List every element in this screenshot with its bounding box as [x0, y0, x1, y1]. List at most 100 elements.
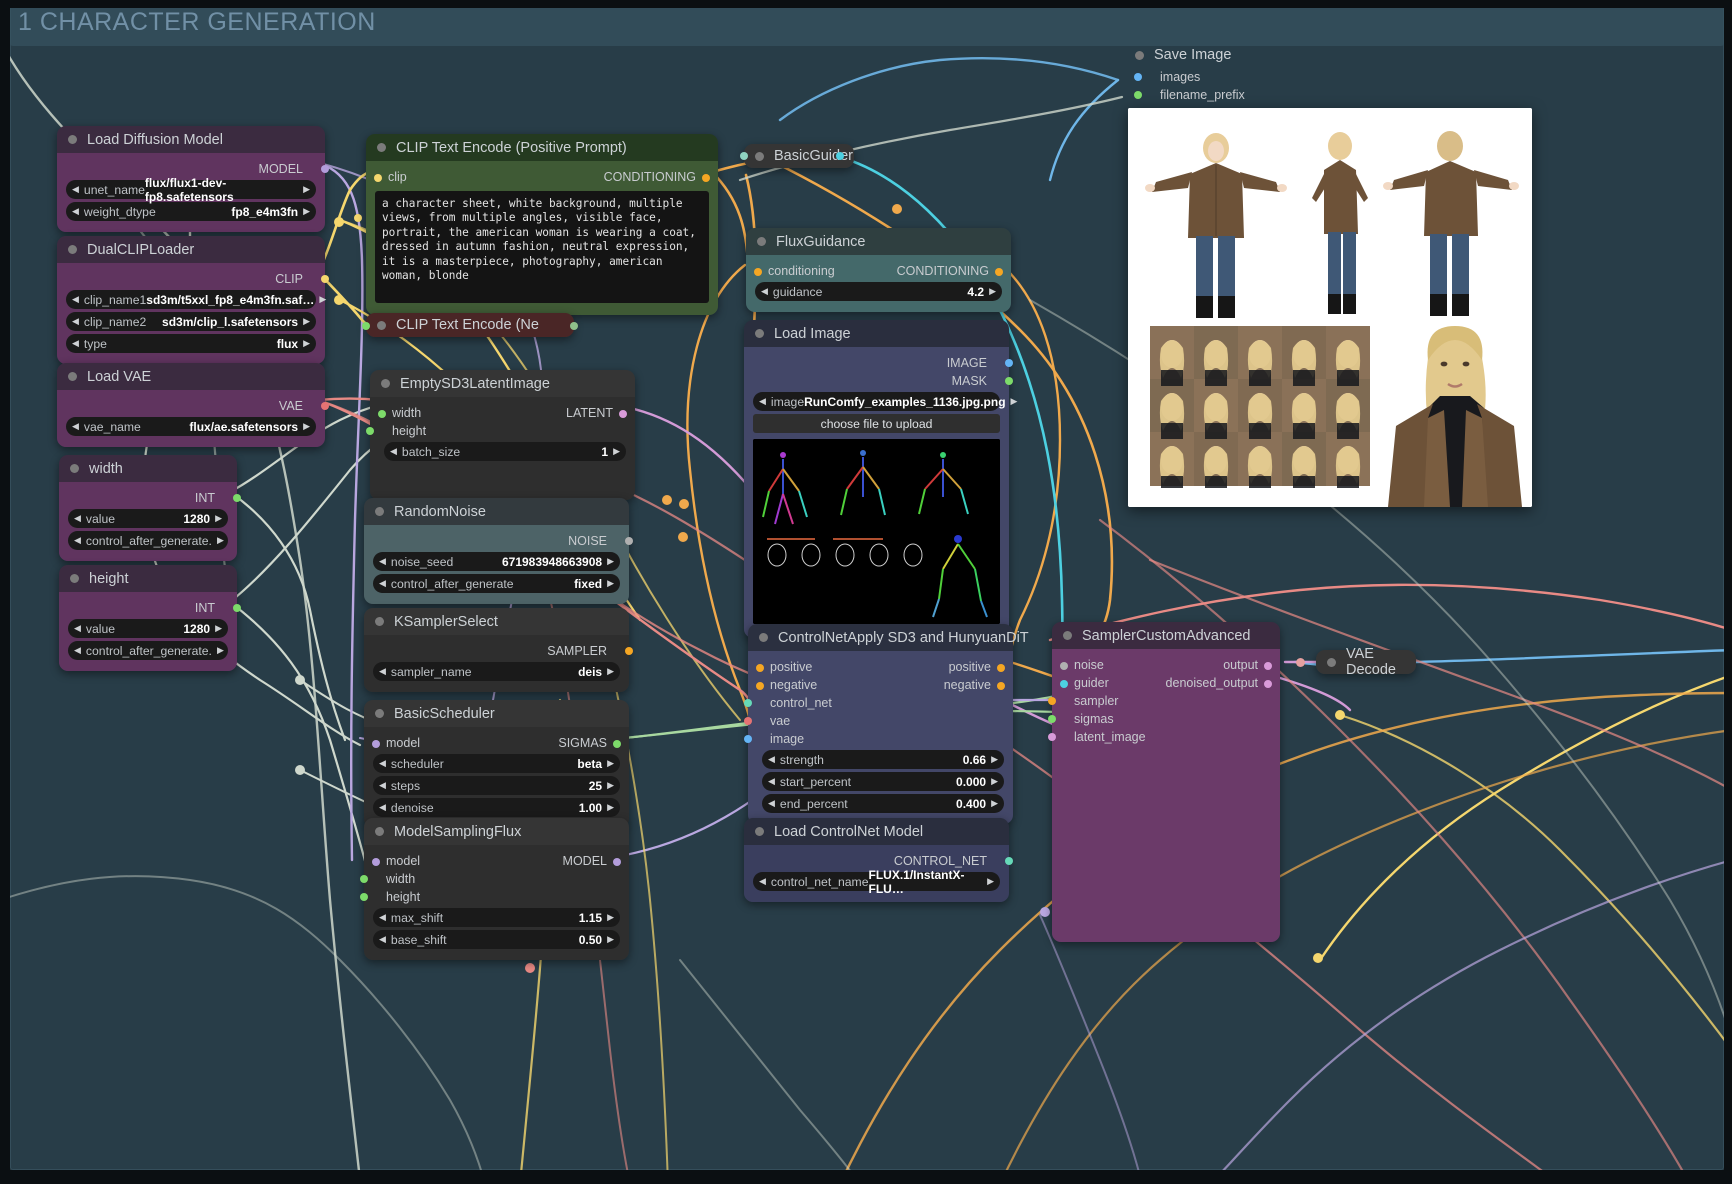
slot-dot-icon[interactable]: [360, 892, 368, 901]
widget-control-after-generate[interactable]: ◀ control_after_generate fixed ▶: [373, 574, 620, 593]
upload-file-button[interactable]: choose file to upload: [753, 414, 1000, 433]
chevron-left-icon[interactable]: ◀: [72, 185, 79, 194]
chevron-right-icon[interactable]: ▶: [607, 667, 614, 676]
collapse-dot-icon[interactable]: [1063, 631, 1072, 640]
chevron-left-icon[interactable]: ◀: [379, 803, 386, 812]
chevron-right-icon[interactable]: ▶: [991, 799, 998, 808]
input-slot-vae[interactable]: vae: [744, 712, 1013, 729]
node-dual-clip-loader[interactable]: DualCLIPLoader CLIP ◀ clip_name1 sd3m/t5…: [57, 236, 329, 364]
collapse-dot-icon[interactable]: [755, 827, 764, 836]
chevron-right-icon[interactable]: ▶: [987, 877, 994, 886]
node-load-image[interactable]: Load Image IMAGE MASK ◀ image RunComfy_e…: [744, 320, 1017, 638]
chevron-left-icon[interactable]: ◀: [759, 397, 766, 406]
collapse-dot-icon[interactable]: [70, 574, 79, 583]
chevron-right-icon[interactable]: ▶: [303, 185, 310, 194]
node-width-primitive[interactable]: width INT ◀ value 1280 ▶ ◀ control_after…: [59, 455, 241, 561]
node-load-diffusion-model[interactable]: Load Diffusion Model MODEL ◀ unet_name f…: [57, 126, 329, 232]
output-slot-clip[interactable]: CLIP: [57, 270, 329, 287]
output-slot-control-net[interactable]: CONTROL_NET: [744, 852, 1013, 869]
chevron-right-icon[interactable]: ▶: [607, 913, 614, 922]
slot-dot-icon[interactable]: [233, 603, 241, 612]
node-model-sampling-flux[interactable]: ModelSamplingFlux model MODEL width heig…: [360, 818, 629, 960]
slot-dot-icon[interactable]: [321, 401, 329, 410]
node-vae-decode[interactable]: VAE Decode: [1316, 646, 1416, 678]
slot-dot-icon[interactable]: [1264, 662, 1272, 670]
widget-unet-name[interactable]: ◀ unet_name flux/flux1-dev-fp8.safetenso…: [66, 176, 316, 204]
node-title-bar[interactable]: CLIP Text Encode (Positive Prompt): [366, 134, 718, 161]
widget-vae-name[interactable]: ◀ vae_name flux/ae.safetensors ▶: [66, 417, 316, 436]
node-title-bar[interactable]: Load ControlNet Model: [744, 818, 1009, 845]
vae-decode-input-dot-icon[interactable]: [1296, 658, 1305, 667]
node-title-bar[interactable]: ModelSamplingFlux: [364, 818, 629, 845]
chevron-right-icon[interactable]: ▶: [607, 781, 614, 790]
input-slot-latent-image[interactable]: latent_image: [1048, 728, 1280, 745]
collapse-dot-icon[interactable]: [1135, 50, 1144, 60]
chevron-left-icon[interactable]: ◀: [390, 447, 397, 456]
output-slot-noise[interactable]: NOISE: [364, 532, 633, 549]
widget-denoise[interactable]: ◀ denoise 1.00 ▶: [373, 798, 620, 817]
slot-dot-icon[interactable]: [702, 174, 710, 182]
collapse-dot-icon[interactable]: [759, 633, 768, 642]
image-preview-openpose[interactable]: [753, 439, 1000, 624]
slot-dot-icon[interactable]: [374, 174, 382, 182]
chevron-left-icon[interactable]: ◀: [72, 317, 79, 326]
slot-dot-icon[interactable]: [1134, 90, 1142, 99]
slot-dot-icon[interactable]: [744, 734, 752, 743]
input-slot-sigmas[interactable]: sigmas: [1048, 710, 1280, 727]
chevron-right-icon[interactable]: ▶: [989, 287, 996, 296]
chevron-left-icon[interactable]: ◀: [74, 536, 81, 545]
chevron-left-icon[interactable]: ◀: [379, 781, 386, 790]
slot-dot-icon[interactable]: [754, 268, 762, 276]
chevron-left-icon[interactable]: ◀: [379, 579, 386, 588]
slot-dot-icon[interactable]: [995, 268, 1003, 276]
collapse-dot-icon[interactable]: [70, 464, 79, 473]
chevron-left-icon[interactable]: ◀: [74, 646, 81, 655]
chevron-left-icon[interactable]: ◀: [761, 287, 768, 296]
collapse-dot-icon[interactable]: [381, 379, 390, 388]
widget-control-net-name[interactable]: ◀ control_net_name FLUX.1/InstantX-FLU… …: [753, 868, 1000, 896]
node-title-bar[interactable]: KSamplerSelect: [364, 608, 629, 635]
node-title-bar[interactable]: width: [59, 455, 237, 482]
node-title-bar[interactable]: Load Image: [744, 320, 1009, 347]
node-controlnet-apply[interactable]: ControlNetApply SD3 and HunyuanDiT posit…: [744, 624, 1029, 824]
input-slot-width[interactable]: width: [360, 870, 629, 887]
widget-start-percent[interactable]: ◀ start_percent 0.000 ▶: [762, 772, 1004, 791]
widget-max-shift[interactable]: ◀ max_shift 1.15 ▶: [373, 908, 620, 927]
slot-dot-icon[interactable]: [1264, 680, 1272, 688]
input-slot-images[interactable]: images: [1130, 68, 1294, 85]
node-sampler-custom-advanced[interactable]: SamplerCustomAdvanced noise output guide…: [1048, 622, 1280, 942]
widget-image-file[interactable]: ◀ image RunComfy_examples_1136.jpg.png ▶: [753, 392, 1017, 411]
node-ksampler-select[interactable]: KSamplerSelect SAMPLER ◀ sampler_name de…: [364, 608, 633, 692]
slot-dot-icon[interactable]: [233, 493, 241, 502]
slot-dot-icon[interactable]: [321, 274, 329, 283]
widget-width-control-after-generate[interactable]: ◀ control_after_generate. ▶: [68, 531, 228, 550]
collapse-dot-icon[interactable]: [1327, 657, 1336, 667]
node-random-noise[interactable]: RandomNoise NOISE ◀ noise_seed 671983948…: [364, 498, 633, 604]
widget-strength[interactable]: ◀ strength 0.66 ▶: [762, 750, 1004, 769]
output-slot-vae[interactable]: VAE: [57, 397, 329, 414]
negative-output-dot-icon[interactable]: [570, 322, 578, 330]
slot-dot-icon[interactable]: [1134, 72, 1142, 81]
chevron-right-icon[interactable]: ▶: [303, 339, 310, 348]
slot-dot-icon[interactable]: [619, 410, 627, 418]
node-basic-scheduler[interactable]: BasicScheduler model SIGMAS ◀ scheduler …: [364, 700, 629, 828]
node-title-bar[interactable]: ControlNetApply SD3 and HunyuanDiT: [748, 624, 1029, 651]
chevron-right-icon[interactable]: ▶: [607, 579, 614, 588]
collapse-dot-icon[interactable]: [377, 320, 386, 330]
output-slot-mask[interactable]: MASK: [744, 372, 1013, 389]
node-title-bar[interactable]: height: [59, 565, 237, 592]
chevron-left-icon[interactable]: ◀: [768, 799, 775, 808]
node-title-bar[interactable]: DualCLIPLoader: [57, 236, 325, 263]
node-flux-guidance[interactable]: FluxGuidance conditioning CONDITIONING ◀…: [746, 228, 1011, 312]
slot-dot-icon[interactable]: [366, 426, 374, 435]
chevron-left-icon[interactable]: ◀: [768, 777, 775, 786]
chevron-right-icon[interactable]: ▶: [303, 317, 310, 326]
chevron-left-icon[interactable]: ◀: [379, 667, 386, 676]
chevron-left-icon[interactable]: ◀: [759, 877, 766, 886]
slot-dot-icon[interactable]: [360, 874, 368, 883]
widget-steps[interactable]: ◀ steps 25 ▶: [373, 776, 620, 795]
node-title-bar[interactable]: EmptySD3LatentImage: [370, 370, 635, 397]
widget-guidance[interactable]: ◀ guidance 4.2 ▶: [755, 282, 1002, 301]
collapse-dot-icon[interactable]: [68, 135, 77, 144]
slot-dot-icon[interactable]: [625, 646, 633, 655]
